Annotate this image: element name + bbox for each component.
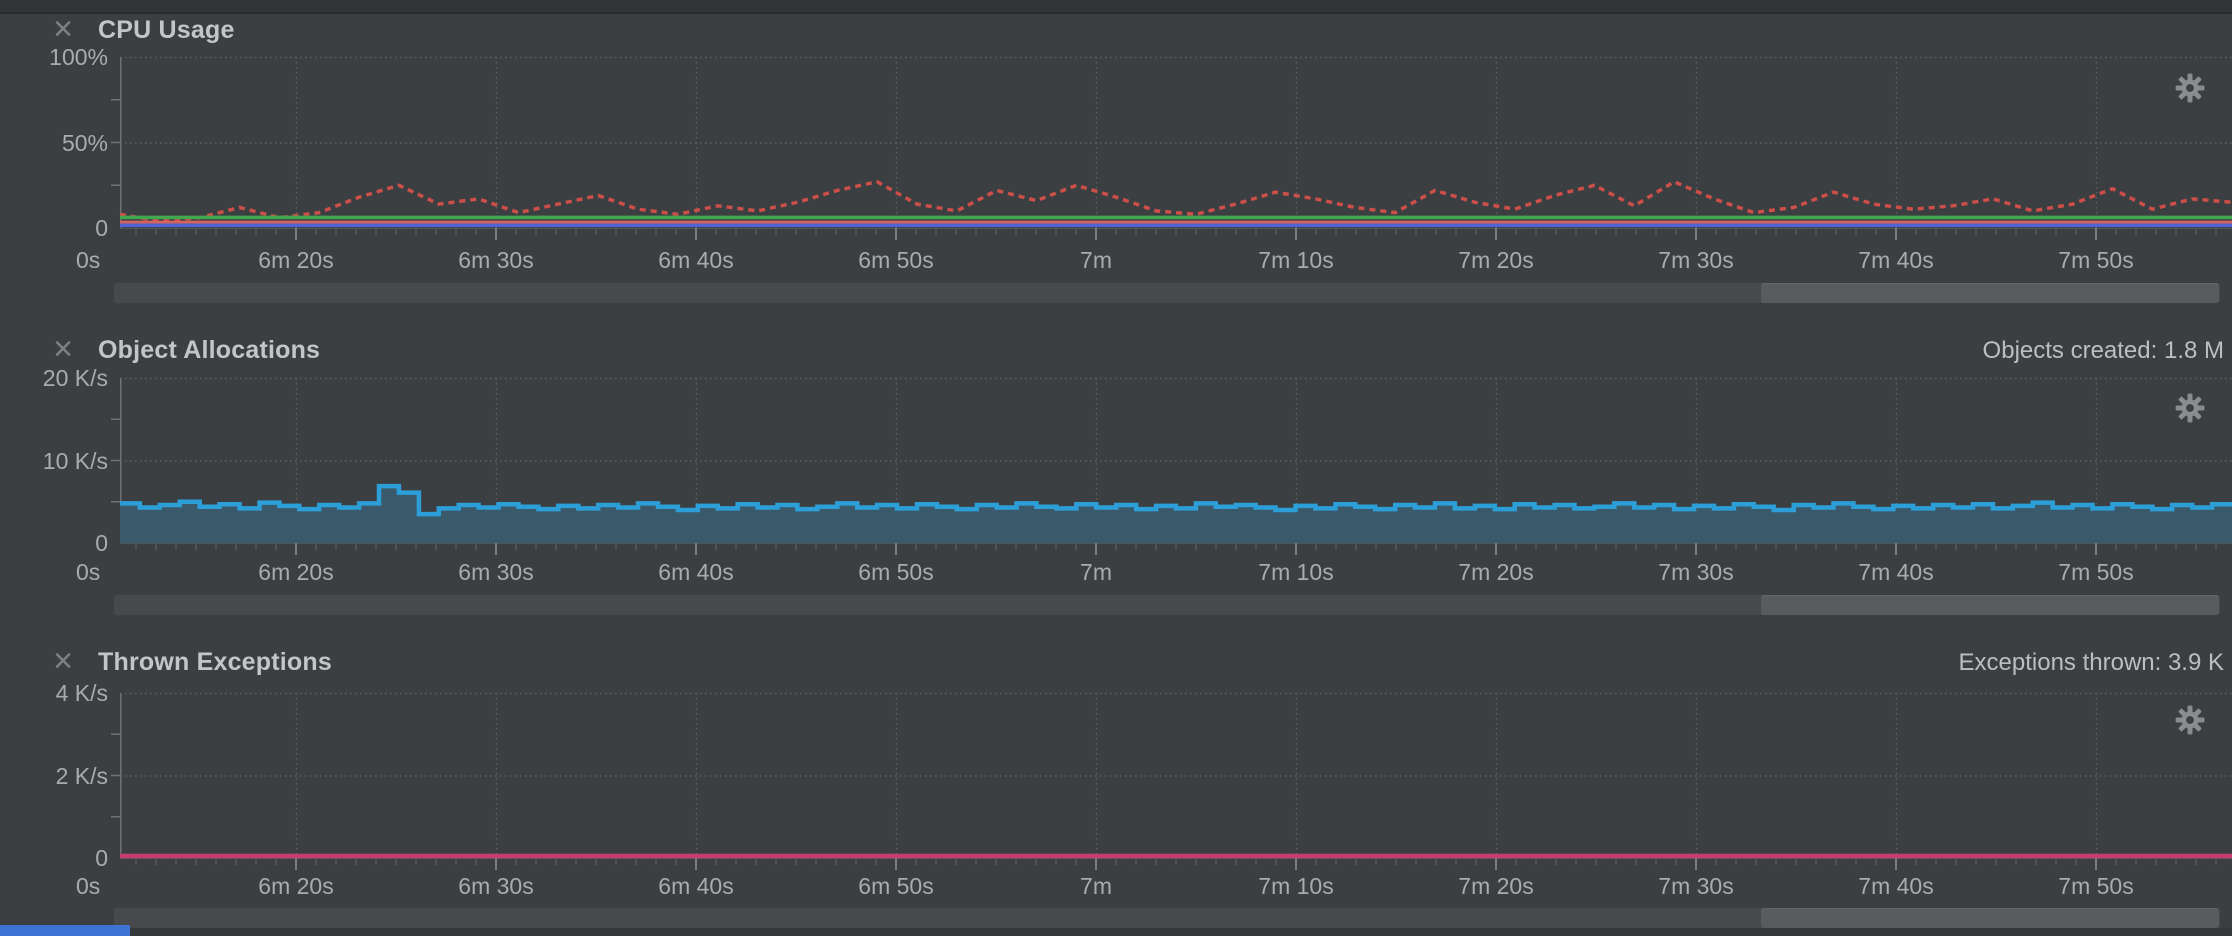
thrown-exceptions-panel: × Thrown Exceptions Exceptions thrown: 3… xyxy=(0,630,2232,930)
y-axis-labels: 100% 50% 0 xyxy=(0,45,108,240)
exceptions-panel-header: × Thrown Exceptions Exceptions thrown: 3… xyxy=(0,648,2232,682)
y-axis-tick-label: 2 K/s xyxy=(0,764,108,788)
gear-icon[interactable] xyxy=(2174,72,2206,104)
y-axis-tick-label: 10 K/s xyxy=(0,449,108,473)
x-axis-tick-label: 0s xyxy=(76,246,100,274)
cpu-usage-chart[interactable] xyxy=(120,57,2232,242)
x-axis-tick-label: 7m 50s xyxy=(2058,558,2133,586)
x-axis-tick-label: 7m 10s xyxy=(1258,558,1333,586)
x-axis-tick-label: 7m xyxy=(1080,872,1112,900)
x-axis-tick-label: 6m 50s xyxy=(858,872,933,900)
close-icon[interactable]: × xyxy=(46,644,80,678)
x-axis-tick-label: 7m 10s xyxy=(1258,872,1333,900)
close-icon[interactable]: × xyxy=(46,332,80,366)
scrollbar-thumb[interactable] xyxy=(1761,908,2219,928)
x-axis-tick-label: 6m 40s xyxy=(658,558,733,586)
gear-icon[interactable] xyxy=(2174,704,2206,736)
x-axis-tick-label: 7m 40s xyxy=(1858,246,1933,274)
cpu-panel-header: × CPU Usage xyxy=(0,16,2232,50)
y-axis-labels: 4 K/s 2 K/s 0 xyxy=(0,681,108,870)
x-axis-labels: 0s 6m 20s 6m 30s 6m 40s 6m 50s 7m 7m 10s 7m 20s… xyxy=(0,246,2232,274)
y-axis-tick-label: 20 K/s xyxy=(0,366,108,390)
scrollbar-thumb[interactable] xyxy=(1761,283,2219,303)
x-axis-tick-label: 6m 50s xyxy=(858,246,933,274)
x-axis-tick-label: 7m 20s xyxy=(1458,246,1533,274)
panel-title: Thrown Exceptions xyxy=(98,648,332,677)
top-divider xyxy=(0,0,2232,14)
panel-title: Object Allocations xyxy=(98,336,320,365)
allocations-panel-header: × Object Allocations Objects created: 1.… xyxy=(0,336,2232,370)
x-axis-tick-label: 6m 50s xyxy=(858,558,933,586)
x-axis-tick-label: 6m 20s xyxy=(258,246,333,274)
x-axis-tick-label: 7m 40s xyxy=(1858,872,1933,900)
cpu-usage-panel: × CPU Usage 100% 50% 0 0s 6m 20s 6m 30s 6m 40… xyxy=(0,14,2232,310)
object-allocations-panel: × Object Allocations Objects created: 1.… xyxy=(0,318,2232,618)
exceptions-thrown-badge: Exceptions thrown: 3.9 K xyxy=(1959,649,2224,677)
x-axis-tick-label: 7m 10s xyxy=(1258,246,1333,274)
y-axis-tick-label: 0 xyxy=(0,216,108,240)
object-allocations-chart[interactable] xyxy=(120,378,2232,557)
x-axis-tick-label: 7m 20s xyxy=(1458,872,1533,900)
objects-created-badge: Objects created: 1.8 M xyxy=(1983,337,2224,365)
x-axis-tick-label: 7m xyxy=(1080,246,1112,274)
x-axis-tick-label: 7m 50s xyxy=(2058,246,2133,274)
x-axis-tick-label: 6m 30s xyxy=(458,558,533,586)
bottom-left-accent xyxy=(0,925,130,936)
x-axis-tick-label: 6m 20s xyxy=(258,558,333,586)
bottom-strip xyxy=(0,928,2232,936)
x-axis-tick-label: 6m 40s xyxy=(658,872,733,900)
x-axis-tick-label: 6m 30s xyxy=(458,246,533,274)
x-axis-labels: 0s 6m 20s 6m 30s 6m 40s 6m 50s 7m 7m 10s 7m 20s… xyxy=(0,872,2232,900)
x-axis-tick-label: 7m 30s xyxy=(1658,558,1733,586)
timeline-scrollbar[interactable] xyxy=(114,595,2220,615)
x-axis-tick-label: 7m 50s xyxy=(2058,872,2133,900)
x-axis-tick-label: 7m 40s xyxy=(1858,558,1933,586)
close-icon[interactable]: × xyxy=(46,12,80,46)
x-axis-tick-label: 7m 20s xyxy=(1458,558,1533,586)
y-axis-tick-label: 0 xyxy=(0,531,108,555)
x-axis-tick-label: 7m 30s xyxy=(1658,246,1733,274)
x-axis-tick-label: 0s xyxy=(76,872,100,900)
y-axis-tick-label: 50% xyxy=(0,131,108,155)
x-axis-tick-label: 6m 40s xyxy=(658,246,733,274)
scrollbar-thumb[interactable] xyxy=(1761,595,2219,615)
x-axis-labels: 0s 6m 20s 6m 30s 6m 40s 6m 50s 7m 7m 10s 7m 20s… xyxy=(0,558,2232,586)
gear-icon[interactable] xyxy=(2174,392,2206,424)
y-axis-tick-label: 4 K/s xyxy=(0,681,108,705)
x-axis-tick-label: 6m 30s xyxy=(458,872,533,900)
x-axis-tick-label: 6m 20s xyxy=(258,872,333,900)
y-axis-tick-label: 100% xyxy=(0,45,108,69)
x-axis-tick-label: 7m 30s xyxy=(1658,872,1733,900)
timeline-scrollbar[interactable] xyxy=(114,283,2220,303)
y-axis-labels: 20 K/s 10 K/s 0 xyxy=(0,366,108,555)
thrown-exceptions-chart[interactable] xyxy=(120,693,2232,872)
x-axis-tick-label: 0s xyxy=(76,558,100,586)
y-axis-tick-label: 0 xyxy=(0,846,108,870)
panel-title: CPU Usage xyxy=(98,16,235,45)
x-axis-tick-label: 7m xyxy=(1080,558,1112,586)
timeline-scrollbar[interactable] xyxy=(114,908,2220,928)
